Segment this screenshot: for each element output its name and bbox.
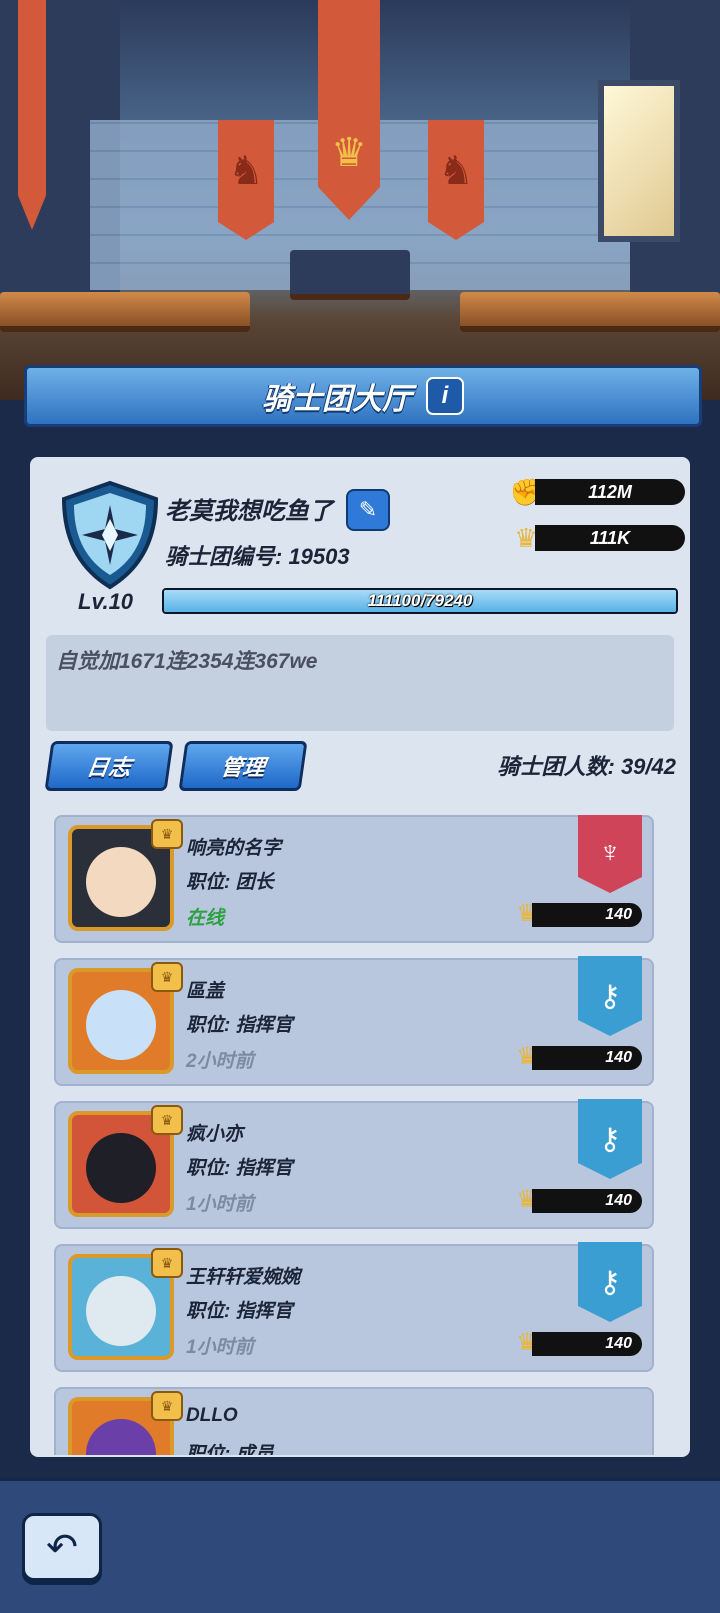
avatar-face — [86, 1276, 156, 1346]
bright-window — [598, 80, 680, 242]
guild-notice-text: 自觉加1671连2354连367we — [56, 650, 318, 673]
member-position: 职位: 指挥官 — [186, 1015, 293, 1036]
page-title: 骑士团大厅 — [262, 383, 412, 416]
member-name: 區盖 — [186, 981, 225, 1002]
back-button[interactable]: ↶ — [22, 1513, 102, 1581]
member-row[interactable]: ♛ 區盖 职位: 指挥官 2小时前 ⚷ ♛ 140 — [54, 956, 654, 1086]
guild-id: 骑士团编号: 19503 — [165, 544, 350, 569]
wooden-table — [0, 292, 250, 332]
avatar-face — [86, 847, 156, 917]
member-count: 骑士团人数: 39/42 — [497, 754, 677, 779]
hall-title-ribbon: 骑士团大厅 i — [24, 365, 702, 427]
member-status: 2小时前 — [186, 1051, 254, 1072]
member-level: 140 — [532, 1332, 642, 1356]
edit-name-button[interactable]: ✎ — [346, 489, 390, 531]
guild-name: 老莫我想吃鱼了 — [165, 498, 333, 525]
dragon-banner-right: ♞ — [428, 120, 484, 240]
member-status: 1小时前 — [186, 1337, 254, 1358]
member-status: 在线 — [186, 908, 225, 929]
guild-info-panel: 老莫我想吃鱼了 ✎ 骑士团编号: 19503 ✊ 112M ♛ 111K Lv.… — [30, 457, 690, 1457]
avatar-badge-icon: ♛ — [151, 819, 183, 849]
guild-exp-bar: 111100/79240 — [162, 588, 678, 614]
dragon-banner-left: ♞ — [218, 120, 274, 240]
log-button[interactable]: 日志 — [44, 741, 174, 791]
guild-exp-text: 111100/79240 — [367, 591, 473, 610]
member-status: 1小时前 — [186, 1194, 254, 1215]
avatar-badge-icon: ♛ — [151, 1248, 183, 1278]
member-name: DLLO — [186, 1405, 238, 1426]
member-name: 疯小亦 — [186, 1124, 244, 1145]
member-level: 140 — [532, 1189, 642, 1213]
member-list[interactable]: ♛ 响亮的名字 职位: 团长 在线 ♆ ♛ 140 ♛ 區盖 职位: 指挥官 2小时前 ⚷ ♛ 140 ♛ 疯… — [54, 815, 654, 1455]
guild-shield-icon — [61, 480, 159, 590]
guild-crown-value: 111K — [535, 525, 685, 551]
avatar-badge-icon: ♛ — [151, 962, 183, 992]
key-banner-icon: ⚷ — [578, 1242, 642, 1322]
avatar-badge-icon: ♛ — [151, 1105, 183, 1135]
avatar-face — [86, 1419, 156, 1455]
avatar-face — [86, 1133, 156, 1203]
member-level: 140 — [532, 903, 642, 927]
back-arrow-icon: ↶ — [46, 1526, 78, 1569]
throne-desk — [290, 250, 410, 300]
member-position: 职位: 团长 — [186, 872, 274, 893]
member-row[interactable]: ♛ DLLO 职位: 成员 — [54, 1387, 654, 1455]
member-position: 职位: 指挥官 — [186, 1301, 293, 1322]
avatar-face — [86, 990, 156, 1060]
member-row[interactable]: ♛ 王轩轩爱婉婉 职位: 指挥官 1小时前 ⚷ ♛ 140 — [54, 1242, 654, 1372]
member-position: 职位: 成员 — [186, 1444, 274, 1455]
guild-hall-background: ♞ ♛ ♞ — [0, 0, 720, 400]
pencil-icon: ✎ — [358, 497, 378, 522]
bottom-bar: ↶ — [0, 1478, 720, 1613]
wooden-table — [460, 292, 720, 332]
guild-power-value: 112M — [535, 479, 685, 505]
member-row[interactable]: ♛ 疯小亦 职位: 指挥官 1小时前 ⚷ ♛ 140 — [54, 1099, 654, 1229]
manage-button[interactable]: 管理 — [178, 741, 308, 791]
crown-banner: ♛ — [318, 0, 380, 220]
member-level: 140 — [532, 1046, 642, 1070]
key-banner-icon: ⚷ — [578, 1099, 642, 1179]
member-name: 响亮的名字 — [186, 838, 282, 859]
info-button[interactable]: i — [426, 377, 464, 415]
member-position: 职位: 指挥官 — [186, 1158, 293, 1179]
guild-level: Lv.10 — [78, 589, 134, 614]
member-row[interactable]: ♛ 响亮的名字 职位: 团长 在线 ♆ ♛ 140 — [54, 815, 654, 943]
member-name: 王轩轩爱婉婉 — [186, 1267, 301, 1288]
trident-banner-icon: ♆ — [578, 815, 642, 893]
side-banner — [18, 0, 46, 230]
guild-notice-box[interactable]: 自觉加1671连2354连367we — [46, 635, 674, 731]
avatar-badge-icon: ♛ — [151, 1391, 183, 1421]
key-banner-icon: ⚷ — [578, 956, 642, 1036]
